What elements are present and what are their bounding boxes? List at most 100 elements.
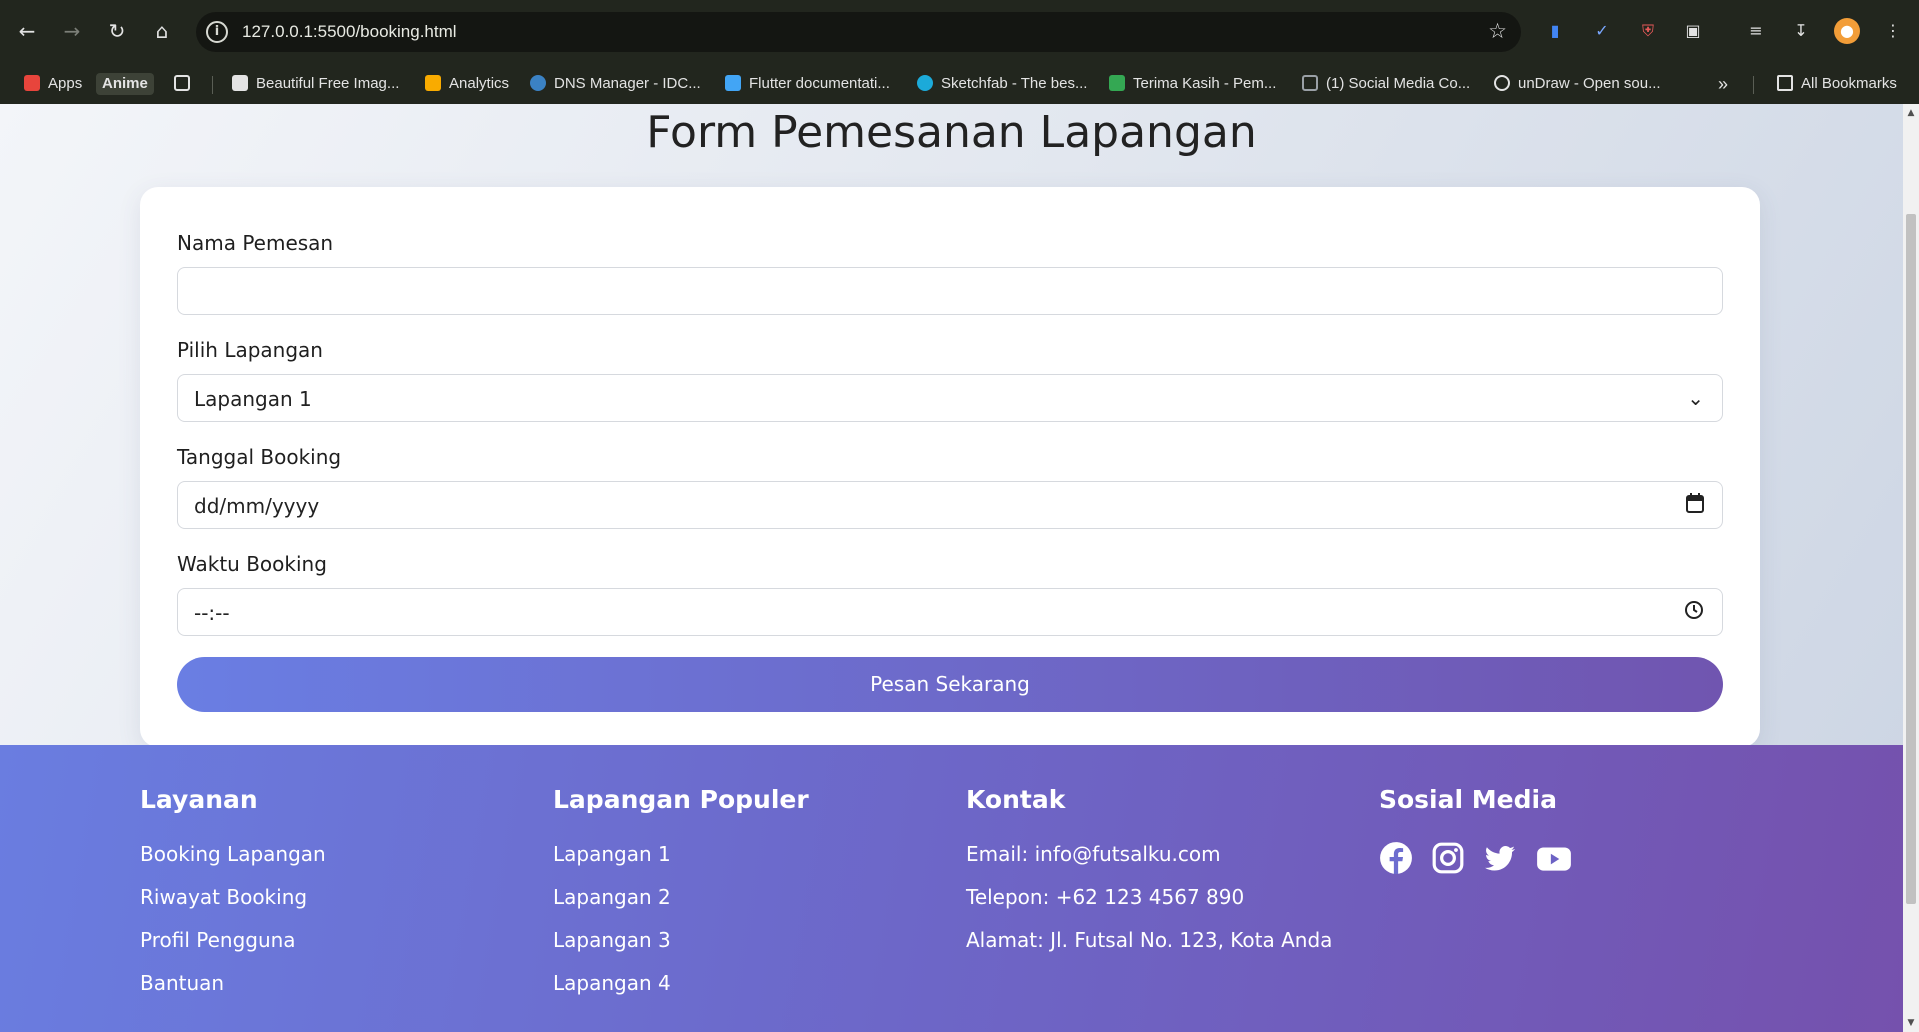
name-label: Nama Pemesan xyxy=(177,231,334,255)
reading-list-icon[interactable]: ≡ xyxy=(1743,18,1769,44)
back-icon[interactable]: ← xyxy=(10,14,44,48)
analytics-icon xyxy=(425,75,441,91)
folder-icon xyxy=(1777,75,1793,91)
address-url[interactable]: 127.0.0.1:5500/booking.html xyxy=(242,22,457,42)
footer-link[interactable]: Lapangan 1 xyxy=(553,841,809,884)
footer-col-sosial: Sosial Media xyxy=(1379,785,1573,875)
footer-link[interactable]: Booking Lapangan xyxy=(140,841,326,884)
footer-link[interactable]: Bantuan xyxy=(140,970,326,1013)
sheets-icon xyxy=(1109,75,1125,91)
bookmark-anime[interactable]: Anime xyxy=(96,73,154,95)
calendar-icon[interactable] xyxy=(1686,493,1704,518)
contact-address: Alamat: Jl. Futsal No. 123, Kota Anda xyxy=(966,928,1333,952)
contact-email: Email: info@futsalku.com xyxy=(966,842,1221,866)
browser-chrome: ← → ↻ ⌂ i 127.0.0.1:5500/booking.html ☆ … xyxy=(0,0,1919,104)
site-footer: Layanan Booking Lapangan Riwayat Booking… xyxy=(0,745,1903,1032)
bookmark-star-icon[interactable]: ☆ xyxy=(1488,19,1507,43)
time-input[interactable]: --:-- xyxy=(177,588,1723,636)
extension-pen-icon[interactable]: ✓ xyxy=(1589,18,1615,44)
time-label: Waktu Booking xyxy=(177,552,327,576)
clock-icon[interactable] xyxy=(1684,600,1704,625)
bookmark-label: Analytics xyxy=(449,75,510,92)
bookmarks-overflow-icon[interactable]: » xyxy=(1718,73,1728,95)
page-scrollbar[interactable]: ▲ ▼ xyxy=(1903,104,1919,1032)
footer-heading: Sosial Media xyxy=(1379,785,1557,814)
bookmark-label: Apps xyxy=(48,75,83,92)
bookmark-label: Sketchfab - The bes... xyxy=(941,75,1088,92)
bookmark-label: Anime xyxy=(102,75,148,92)
bookmark-label: Beautiful Free Imag... xyxy=(256,75,400,92)
scroll-down-icon[interactable]: ▼ xyxy=(1906,1018,1916,1028)
browser-toolbar: ← → ↻ ⌂ i 127.0.0.1:5500/booking.html ☆ … xyxy=(0,0,1919,64)
footer-link[interactable]: Profil Pengguna xyxy=(140,927,326,970)
footer-col-kontak: Kontak Email: info@futsalku.com Telepon:… xyxy=(966,785,1332,970)
extensions-puzzle-icon[interactable]: ▣ xyxy=(1680,18,1706,44)
forward-icon[interactable]: → xyxy=(55,14,89,48)
contact-phone: Telepon: +62 123 4567 890 xyxy=(966,885,1245,909)
page-title: Form Pemesanan Lapangan xyxy=(646,107,1257,158)
bookmark-label: (1) Social Media Co... xyxy=(1326,75,1471,92)
footer-heading: Lapangan Populer xyxy=(553,785,809,814)
apps-grid-icon xyxy=(24,75,40,91)
download-icon[interactable]: ↧ xyxy=(1788,18,1814,44)
field-select[interactable]: Lapangan 1 ⌄ xyxy=(177,374,1723,422)
footer-link[interactable]: Riwayat Booking xyxy=(140,884,326,927)
time-input-placeholder: --:-- xyxy=(194,601,230,625)
bookmark-terima-kasih[interactable]: Terima Kasih - Pem... xyxy=(1109,73,1276,95)
facebook-icon[interactable] xyxy=(1379,841,1413,875)
reload-icon[interactable]: ↻ xyxy=(100,14,134,48)
bookmark-undraw[interactable]: unDraw - Open sou... xyxy=(1494,73,1661,95)
bookmark-label: unDraw - Open sou... xyxy=(1518,75,1661,92)
twitter-icon[interactable] xyxy=(1483,841,1517,875)
page-viewport: Form Pemesanan Lapangan Nama Pemesan Pil… xyxy=(0,104,1903,1032)
footer-heading: Kontak xyxy=(966,785,1066,814)
bookmark-flutter-docs[interactable]: Flutter documentati... xyxy=(725,73,890,95)
footer-heading: Layanan xyxy=(140,785,258,814)
date-label: Tanggal Booking xyxy=(177,445,342,469)
scrollbar-thumb[interactable] xyxy=(1906,214,1916,904)
bookmark-analytics[interactable]: Analytics xyxy=(425,73,509,95)
extension-shield-icon[interactable]: ⛨ xyxy=(1635,18,1661,44)
date-input[interactable]: dd/mm/yyyy xyxy=(177,481,1723,529)
footer-link[interactable]: Lapangan 2 xyxy=(553,884,809,927)
footer-col-layanan: Layanan Booking Lapangan Riwayat Booking… xyxy=(140,785,326,1013)
bookmark-label: DNS Manager - IDC... xyxy=(554,75,701,92)
scroll-up-icon[interactable]: ▲ xyxy=(1906,108,1916,118)
home-icon[interactable]: ⌂ xyxy=(145,14,179,48)
footer-link[interactable]: Lapangan 3 xyxy=(553,927,809,970)
bookmark-apps[interactable]: Apps xyxy=(24,73,82,95)
undraw-icon xyxy=(1494,75,1510,91)
profile-avatar-icon[interactable]: ● xyxy=(1834,18,1860,44)
bookmark-label: Flutter documentati... xyxy=(749,75,890,92)
bookmark-beautiful-free-images[interactable]: Beautiful Free Imag... xyxy=(232,73,399,95)
date-input-placeholder: dd/mm/yyyy xyxy=(194,494,320,518)
bookmark-social-media[interactable]: (1) Social Media Co... xyxy=(1302,73,1470,95)
all-bookmarks[interactable]: All Bookmarks xyxy=(1777,73,1897,95)
site-info-icon[interactable]: i xyxy=(206,21,228,43)
bookmark-label: Terima Kasih - Pem... xyxy=(1133,75,1277,92)
bookmarks-bar: Apps Anime Beautiful Free Imag... Analyt… xyxy=(0,64,1919,104)
bookmark-sketchfab[interactable]: Sketchfab - The bes... xyxy=(917,73,1087,95)
social-icons xyxy=(1379,841,1573,875)
footer-link[interactable]: Lapangan 4 xyxy=(553,970,809,1013)
instagram-icon[interactable] xyxy=(1431,841,1465,875)
bookmark-dns-manager[interactable]: DNS Manager - IDC... xyxy=(530,73,701,95)
sketchfab-icon xyxy=(917,75,933,91)
extension-doc-icon[interactable]: ▮ xyxy=(1542,18,1568,44)
submit-button[interactable]: Pesan Sekarang xyxy=(177,657,1723,712)
bookmarks-divider xyxy=(212,76,213,94)
menu-kebab-icon[interactable]: ⋮ xyxy=(1880,18,1906,44)
image-site-icon xyxy=(232,75,248,91)
chevron-down-icon: ⌄ xyxy=(1687,386,1704,410)
field-label: Pilih Lapangan xyxy=(177,338,323,362)
youtube-icon[interactable] xyxy=(1535,841,1573,875)
booking-form-card: Nama Pemesan Pilih Lapangan Lapangan 1 ⌄… xyxy=(140,187,1760,747)
address-bar[interactable]: i 127.0.0.1:5500/booking.html ☆ xyxy=(196,12,1521,52)
bookmarks-divider xyxy=(1753,76,1754,94)
tab-groups-icon xyxy=(174,75,190,91)
footer-col-populer: Lapangan Populer Lapangan 1 Lapangan 2 L… xyxy=(553,785,809,1013)
name-input[interactable] xyxy=(177,267,1723,315)
all-bookmarks-label: All Bookmarks xyxy=(1801,75,1897,92)
bookmark-tab-groups[interactable] xyxy=(174,73,190,95)
field-select-value: Lapangan 1 xyxy=(194,387,312,411)
